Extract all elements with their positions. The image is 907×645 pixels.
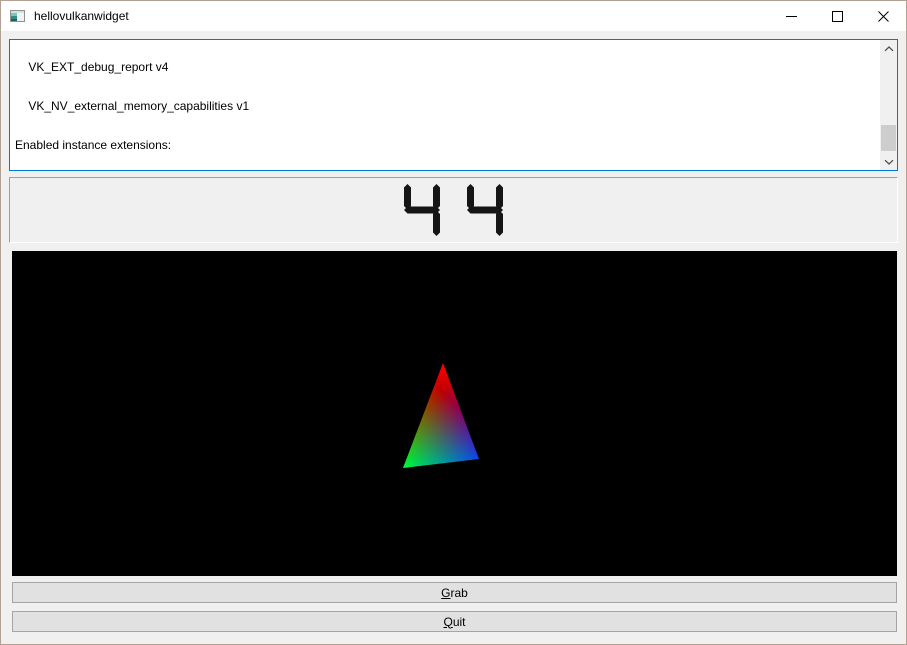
grab-button-label: Grab [441,586,468,600]
titlebar: hellovulkanwidget [1,1,906,31]
caption-buttons [768,1,906,31]
maximize-icon [832,11,843,22]
lcd-display [9,177,898,243]
minimize-icon [786,16,797,17]
close-icon [878,11,889,22]
chevron-down-icon [884,159,894,165]
app-window: hellovulkanwidget VK_EXT_debug_report v4… [0,0,907,645]
vulkan-info-log[interactable]: VK_EXT_debug_report v4 VK_NV_external_me… [9,39,898,171]
grab-button[interactable]: Grab [12,582,897,603]
vulkan-render-surface [12,251,897,576]
triangle-blue-layer [403,363,479,468]
chevron-up-icon [884,46,894,52]
rgb-triangle [403,363,479,468]
log-line: VK_EXT_debug_report v4 [15,61,880,74]
vertical-scrollbar[interactable] [880,40,897,170]
scroll-up-button[interactable] [880,40,897,57]
quit-button-label: Quit [443,615,465,629]
minimize-button[interactable] [768,1,814,31]
maximize-button[interactable] [814,1,860,31]
log-line: VK_NV_external_memory_capabilities v1 [15,100,880,113]
scroll-down-button[interactable] [880,153,897,170]
log-line: Enabled instance extensions: [15,139,880,152]
close-button[interactable] [860,1,906,31]
lcd-digit [404,184,440,236]
quit-button[interactable]: Quit [12,611,897,632]
window-title: hellovulkanwidget [34,9,129,23]
scrollbar-thumb[interactable] [881,125,896,151]
log-content: VK_EXT_debug_report v4 VK_NV_external_me… [10,39,880,170]
app-window-icon[interactable] [10,8,26,24]
lcd-digit [467,184,503,236]
